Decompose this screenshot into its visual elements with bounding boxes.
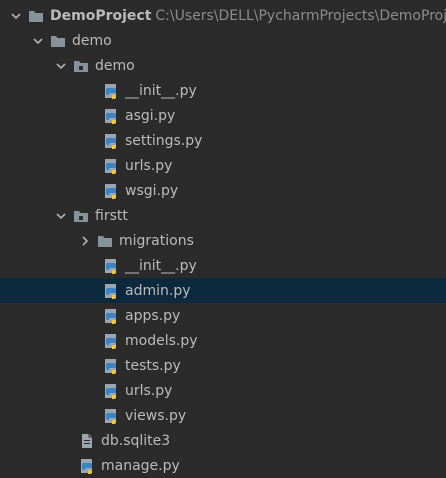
file-label: __init__.py bbox=[125, 82, 197, 99]
python-file-icon bbox=[103, 108, 119, 124]
file-label: urls.py bbox=[125, 157, 173, 174]
folder-label: migrations bbox=[119, 232, 194, 249]
file-label: manage.py bbox=[101, 457, 180, 474]
root-project-path: C:\Users\DELL\PycharmProjects\DemoProjec bbox=[155, 7, 446, 24]
tree-row-file[interactable]: __init__.py bbox=[0, 253, 446, 278]
chevron-down-icon[interactable] bbox=[32, 35, 44, 47]
file-label: apps.py bbox=[125, 307, 181, 324]
python-file-icon bbox=[103, 308, 119, 324]
folder-icon bbox=[50, 33, 66, 49]
file-label: admin.py bbox=[125, 282, 191, 299]
folder-label: demo bbox=[72, 32, 112, 49]
python-file-icon bbox=[103, 283, 119, 299]
tree-row-file[interactable]: apps.py bbox=[0, 303, 446, 328]
tree-row-file[interactable]: asgi.py bbox=[0, 103, 446, 128]
tree-row-file[interactable]: wsgi.py bbox=[0, 178, 446, 203]
tree-row-file[interactable]: models.py bbox=[0, 328, 446, 353]
tree-row-demo-folder[interactable]: demo bbox=[0, 28, 446, 53]
file-label: urls.py bbox=[125, 382, 173, 399]
tree-row-file[interactable]: urls.py bbox=[0, 153, 446, 178]
chevron-down-icon[interactable] bbox=[55, 60, 67, 72]
python-file-icon bbox=[103, 158, 119, 174]
db-file-icon bbox=[79, 433, 95, 449]
folder-icon bbox=[97, 233, 113, 249]
python-file-icon bbox=[103, 133, 119, 149]
python-file-icon bbox=[103, 83, 119, 99]
tree-row-file[interactable]: urls.py bbox=[0, 378, 446, 403]
tree-row-firstt-package[interactable]: firstt bbox=[0, 203, 446, 228]
file-label: views.py bbox=[125, 407, 187, 424]
tree-row-file[interactable]: views.py bbox=[0, 403, 446, 428]
python-file-icon bbox=[103, 408, 119, 424]
file-label: __init__.py bbox=[125, 257, 197, 274]
python-file-icon bbox=[103, 358, 119, 374]
package-label: firstt bbox=[95, 207, 128, 224]
tree-row-root[interactable]: DemoProject C:\Users\DELL\PycharmProject… bbox=[0, 3, 446, 28]
file-label: db.sqlite3 bbox=[101, 432, 171, 449]
chevron-down-icon[interactable] bbox=[10, 10, 22, 22]
package-folder-icon bbox=[73, 208, 89, 224]
chevron-down-icon[interactable] bbox=[55, 210, 67, 222]
tree-row-db-file[interactable]: db.sqlite3 bbox=[0, 428, 446, 453]
package-folder-icon bbox=[73, 58, 89, 74]
package-label: demo bbox=[95, 57, 135, 74]
file-label: tests.py bbox=[125, 357, 181, 374]
tree-row-file[interactable]: __init__.py bbox=[0, 78, 446, 103]
python-file-icon bbox=[103, 183, 119, 199]
tree-row-manage-file[interactable]: manage.py bbox=[0, 453, 446, 478]
file-label: wsgi.py bbox=[125, 182, 179, 199]
tree-row-file-selected[interactable]: admin.py bbox=[0, 278, 446, 303]
folder-icon bbox=[28, 8, 44, 24]
tree-row-file[interactable]: settings.py bbox=[0, 128, 446, 153]
chevron-right-icon[interactable] bbox=[79, 235, 91, 247]
python-file-icon bbox=[103, 333, 119, 349]
tree-row-demo-package[interactable]: demo bbox=[0, 53, 446, 78]
python-file-icon bbox=[79, 458, 95, 474]
root-project-name: DemoProject bbox=[50, 7, 152, 24]
file-label: asgi.py bbox=[125, 107, 176, 124]
tree-row-file[interactable]: tests.py bbox=[0, 353, 446, 378]
python-file-icon bbox=[103, 258, 119, 274]
tree-row-migrations[interactable]: migrations bbox=[0, 228, 446, 253]
file-label: settings.py bbox=[125, 132, 203, 149]
python-file-icon bbox=[103, 383, 119, 399]
file-label: models.py bbox=[125, 332, 198, 349]
